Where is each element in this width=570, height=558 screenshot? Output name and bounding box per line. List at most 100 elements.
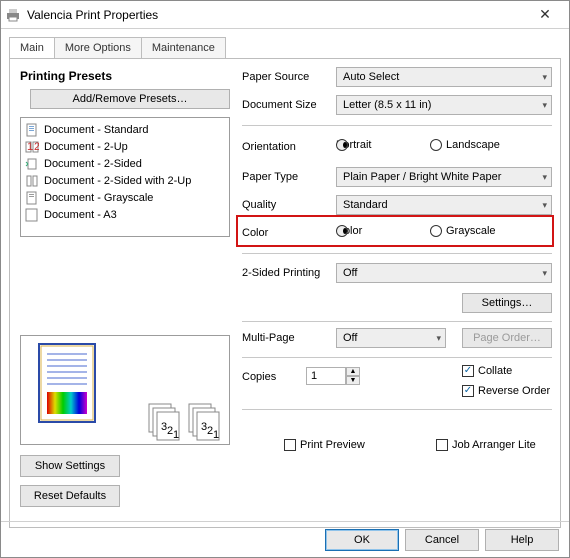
multi-page-value: Off <box>343 332 357 344</box>
spinner-down-icon[interactable]: ▼ <box>346 376 360 385</box>
grayscale-icon <box>25 191 39 205</box>
chevron-down-icon: ▾ <box>542 200 547 211</box>
ok-button[interactable]: OK <box>325 529 399 551</box>
job-arranger-checkbox[interactable]: Job Arranger Lite <box>436 439 536 451</box>
paper-type-value: Plain Paper / Bright White Paper <box>343 171 501 183</box>
document-size-value: Letter (8.5 x 11 in) <box>343 99 431 111</box>
two-sided-icon <box>25 157 39 171</box>
copies-spinner[interactable]: ▲▼ <box>306 367 360 385</box>
printer-icon <box>5 7 21 23</box>
color-label: Color <box>242 227 268 239</box>
copies-input[interactable] <box>306 367 346 385</box>
tab-maintenance[interactable]: Maintenance <box>141 37 226 58</box>
reverse-order-checkbox[interactable]: ✓ Reverse Order <box>462 385 550 397</box>
print-properties-window: Valencia Print Properties ✕ Main More Op… <box>0 0 570 558</box>
two-sided-settings-button[interactable]: Settings… <box>462 293 552 313</box>
orientation-landscape-label: Landscape <box>446 139 500 151</box>
reset-defaults-button[interactable]: Reset Defaults <box>20 485 120 507</box>
two-sided-2up-icon <box>25 174 39 188</box>
print-preview-checkbox[interactable]: Print Preview <box>284 439 365 451</box>
separator <box>242 125 552 126</box>
color-grayscale-label: Grayscale <box>446 225 496 237</box>
tab-strip: Main More Options Maintenance <box>1 29 569 58</box>
cancel-button[interactable]: Cancel <box>405 529 479 551</box>
preset-label: Document - 2-Sided <box>44 158 142 170</box>
print-preview-label: Print Preview <box>300 439 365 451</box>
two-sided-label: 2-Sided Printing <box>242 267 320 279</box>
a3-icon <box>25 208 39 222</box>
preset-item-2sided[interactable]: Document - 2-Sided <box>25 155 225 172</box>
separator <box>242 409 552 410</box>
doc-icon <box>25 123 39 137</box>
preset-item-2up[interactable]: 12 Document - 2-Up <box>25 138 225 155</box>
preset-label: Document - 2-Up <box>44 141 128 153</box>
main-panel: Printing Presets Add/Remove Presets… Doc… <box>9 58 561 528</box>
document-size-label: Document Size <box>242 99 317 111</box>
two-up-icon: 12 <box>25 140 39 154</box>
tab-more-options[interactable]: More Options <box>54 37 142 58</box>
radio-dot-icon <box>336 225 348 237</box>
quality-value: Standard <box>343 199 388 211</box>
separator <box>242 253 552 254</box>
multi-page-label: Multi-Page <box>242 332 295 344</box>
paper-source-label: Paper Source <box>242 71 309 83</box>
add-remove-presets-button[interactable]: Add/Remove Presets… <box>30 89 230 109</box>
separator <box>242 357 552 358</box>
orientation-label: Orientation <box>242 141 296 153</box>
preview-box: 321 321 <box>20 335 230 445</box>
spinner-up-icon[interactable]: ▲ <box>346 367 360 376</box>
preset-item-standard[interactable]: Document - Standard <box>25 121 225 138</box>
color-color-radio[interactable]: Color <box>336 225 362 237</box>
checkbox-checked-icon: ✓ <box>462 385 474 397</box>
show-settings-button[interactable]: Show Settings <box>20 455 120 477</box>
checkbox-empty-icon <box>284 439 296 451</box>
radio-empty-icon <box>430 225 442 237</box>
quality-label: Quality <box>242 199 276 211</box>
page-order-button: Page Order… <box>462 328 552 348</box>
collate-label: Collate <box>478 365 512 377</box>
radio-dot-icon <box>336 139 348 151</box>
preset-label: Document - A3 <box>44 209 117 221</box>
tab-main[interactable]: Main <box>9 37 55 58</box>
orientation-landscape-radio[interactable]: Landscape <box>430 139 500 151</box>
preset-label: Document - Standard <box>44 124 149 136</box>
paper-source-value: Auto Select <box>343 71 399 83</box>
document-size-select[interactable]: Letter (8.5 x 11 in) ▾ <box>336 95 552 115</box>
chevron-down-icon: ▾ <box>436 333 441 344</box>
preset-label: Document - Grayscale <box>44 192 153 204</box>
svg-text:1: 1 <box>213 429 219 441</box>
preset-item-a3[interactable]: Document - A3 <box>25 206 225 223</box>
quality-select[interactable]: Standard ▾ <box>336 195 552 215</box>
two-sided-select[interactable]: Off ▾ <box>336 263 552 283</box>
close-button[interactable]: ✕ <box>525 6 565 23</box>
help-button[interactable]: Help <box>485 529 559 551</box>
job-arranger-label: Job Arranger Lite <box>452 439 536 451</box>
preset-label: Document - 2-Sided with 2-Up <box>44 175 191 187</box>
two-sided-value: Off <box>343 267 357 279</box>
preset-item-grayscale[interactable]: Document - Grayscale <box>25 189 225 206</box>
paper-type-select[interactable]: Plain Paper / Bright White Paper ▾ <box>336 167 552 187</box>
checkbox-empty-icon <box>436 439 448 451</box>
checkbox-checked-icon: ✓ <box>462 365 474 377</box>
svg-text:1: 1 <box>173 429 179 441</box>
printing-presets-header: Printing Presets <box>20 69 112 83</box>
collate-checkbox[interactable]: ✓ Collate <box>462 365 512 377</box>
preset-list[interactable]: Document - Standard 12 Document - 2-Up D… <box>20 117 230 237</box>
window-title: Valencia Print Properties <box>27 8 525 22</box>
separator <box>242 321 552 322</box>
titlebar: Valencia Print Properties ✕ <box>1 1 569 29</box>
chevron-down-icon: ▾ <box>542 72 547 83</box>
chevron-down-icon: ▾ <box>542 268 547 279</box>
color-grayscale-radio[interactable]: Grayscale <box>430 225 496 237</box>
multi-page-select[interactable]: Off ▾ <box>336 328 446 348</box>
chevron-down-icon: ▾ <box>542 100 547 111</box>
preset-item-2sided-2up[interactable]: Document - 2-Sided with 2-Up <box>25 172 225 189</box>
copies-label: Copies <box>242 371 276 383</box>
chevron-down-icon: ▾ <box>542 172 547 183</box>
svg-text:2: 2 <box>34 141 39 153</box>
paper-source-select[interactable]: Auto Select ▾ <box>336 67 552 87</box>
highlight-box <box>236 215 554 247</box>
reverse-order-label: Reverse Order <box>478 385 550 397</box>
orientation-portrait-radio[interactable]: Portrait <box>336 139 371 151</box>
svg-text:1: 1 <box>27 141 33 153</box>
